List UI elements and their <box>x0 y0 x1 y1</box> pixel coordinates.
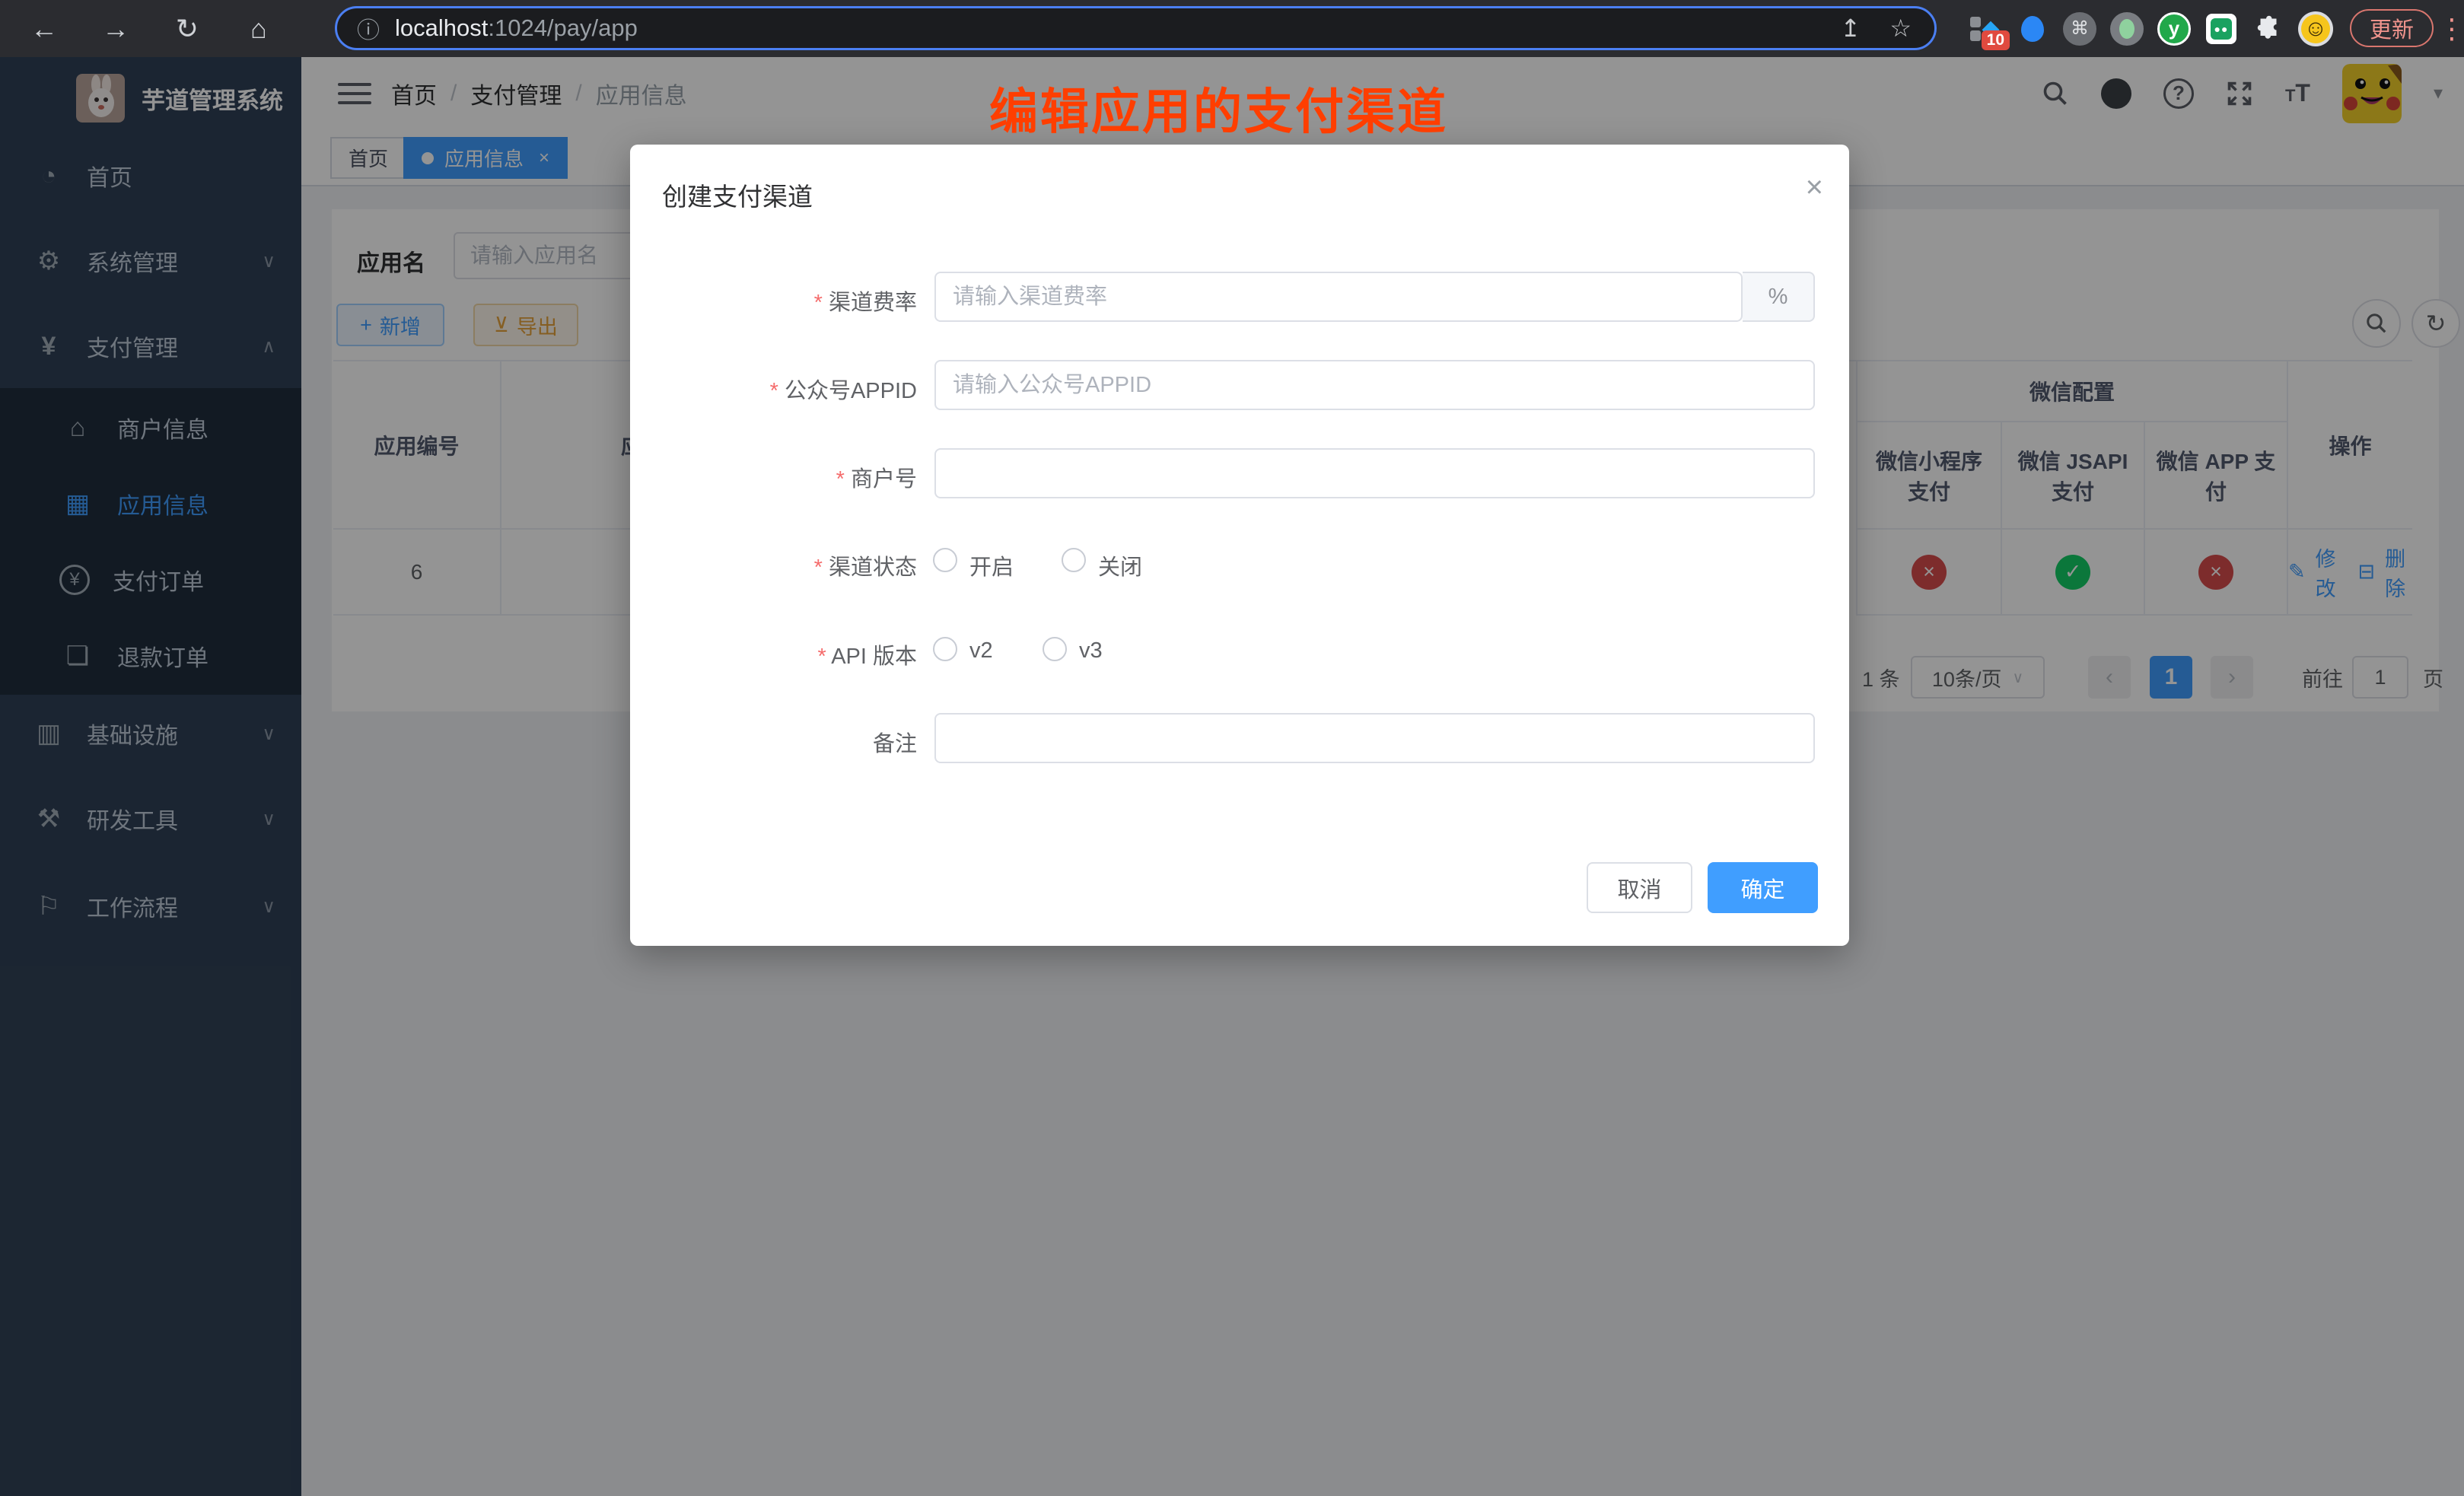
field-appid-label: 公众号APPID <box>630 373 917 405</box>
forward-icon[interactable]: → <box>93 0 138 57</box>
field-merchant-label: 商户号 <box>630 461 917 493</box>
extensions-bar: ◆ 10 ⌘ y ●● ☺ <box>1967 0 2334 57</box>
rate-input[interactable] <box>934 272 1743 322</box>
url-host: localhost <box>395 14 488 41</box>
field-remark-label: 备注 <box>630 726 917 758</box>
confirm-button[interactable]: 确定 <box>1708 862 1818 913</box>
remark-input[interactable] <box>934 713 1815 763</box>
radio-status-open[interactable] <box>933 548 957 572</box>
chat-extension-icon[interactable]: ●● <box>2203 11 2240 47</box>
green-dot-extension-icon[interactable] <box>2109 11 2145 47</box>
browser-toolbar: ← → ↻ ⌂ ⓘ localhost:1024/pay/app ↥ ☆ ◆ 1… <box>0 0 2464 57</box>
share-icon[interactable]: ↥ <box>1841 14 1861 43</box>
annotation-edit-payment-channel: 编辑应用的支付渠道 <box>989 73 1448 143</box>
radio-status-closed-label[interactable]: 关闭 <box>1098 549 1142 581</box>
home-icon[interactable]: ⌂ <box>236 0 282 57</box>
radio-api-v2-label[interactable]: v2 <box>969 638 993 664</box>
field-status-label: 渠道状态 <box>630 549 917 581</box>
y-extension-icon[interactable]: y <box>2156 11 2192 47</box>
radio-api-v3[interactable] <box>1043 637 1067 661</box>
reload-icon[interactable]: ↻ <box>164 0 210 57</box>
radio-status-closed[interactable] <box>1062 548 1086 572</box>
url-path: :1024/pay/app <box>488 14 638 41</box>
balloon-extension-icon[interactable] <box>2014 11 2051 47</box>
extension-badge: 10 <box>1982 30 2010 50</box>
radio-api-v2[interactable] <box>933 637 957 661</box>
command-extension-icon[interactable]: ⌘ <box>2061 11 2098 47</box>
close-dialog-icon[interactable]: × <box>1806 170 1823 205</box>
browser-update-button[interactable]: 更新 <box>2350 9 2434 47</box>
cancel-button[interactable]: 取消 <box>1587 862 1692 913</box>
field-api-version-label: API 版本 <box>630 638 917 670</box>
sketch-extension-icon[interactable]: ◆ 10 <box>1967 11 2004 47</box>
extensions-puzzle-icon[interactable] <box>2250 11 2287 47</box>
site-info-icon[interactable]: ⓘ <box>357 11 380 45</box>
back-icon[interactable]: ← <box>21 0 67 57</box>
address-bar[interactable]: ⓘ localhost:1024/pay/app ↥ ☆ <box>335 6 1937 50</box>
appid-input[interactable] <box>934 360 1815 410</box>
dialog-title: 创建支付渠道 <box>662 177 813 213</box>
radio-api-v3-label[interactable]: v3 <box>1079 638 1103 664</box>
field-rate-label: 渠道费率 <box>630 285 917 317</box>
browser-menu-icon[interactable]: ⋮ <box>2438 0 2464 57</box>
merchant-input[interactable] <box>934 448 1815 498</box>
percent-suffix: % <box>1743 272 1815 322</box>
create-payment-channel-dialog: 创建支付渠道 × 渠道费率 % 公众号APPID 商户号 渠道状态 开启 关闭 … <box>630 145 1849 946</box>
profile-avatar-icon[interactable]: ☺ <box>2297 11 2334 47</box>
bookmark-star-icon[interactable]: ☆ <box>1889 14 1912 43</box>
radio-status-open-label[interactable]: 开启 <box>969 549 1014 581</box>
